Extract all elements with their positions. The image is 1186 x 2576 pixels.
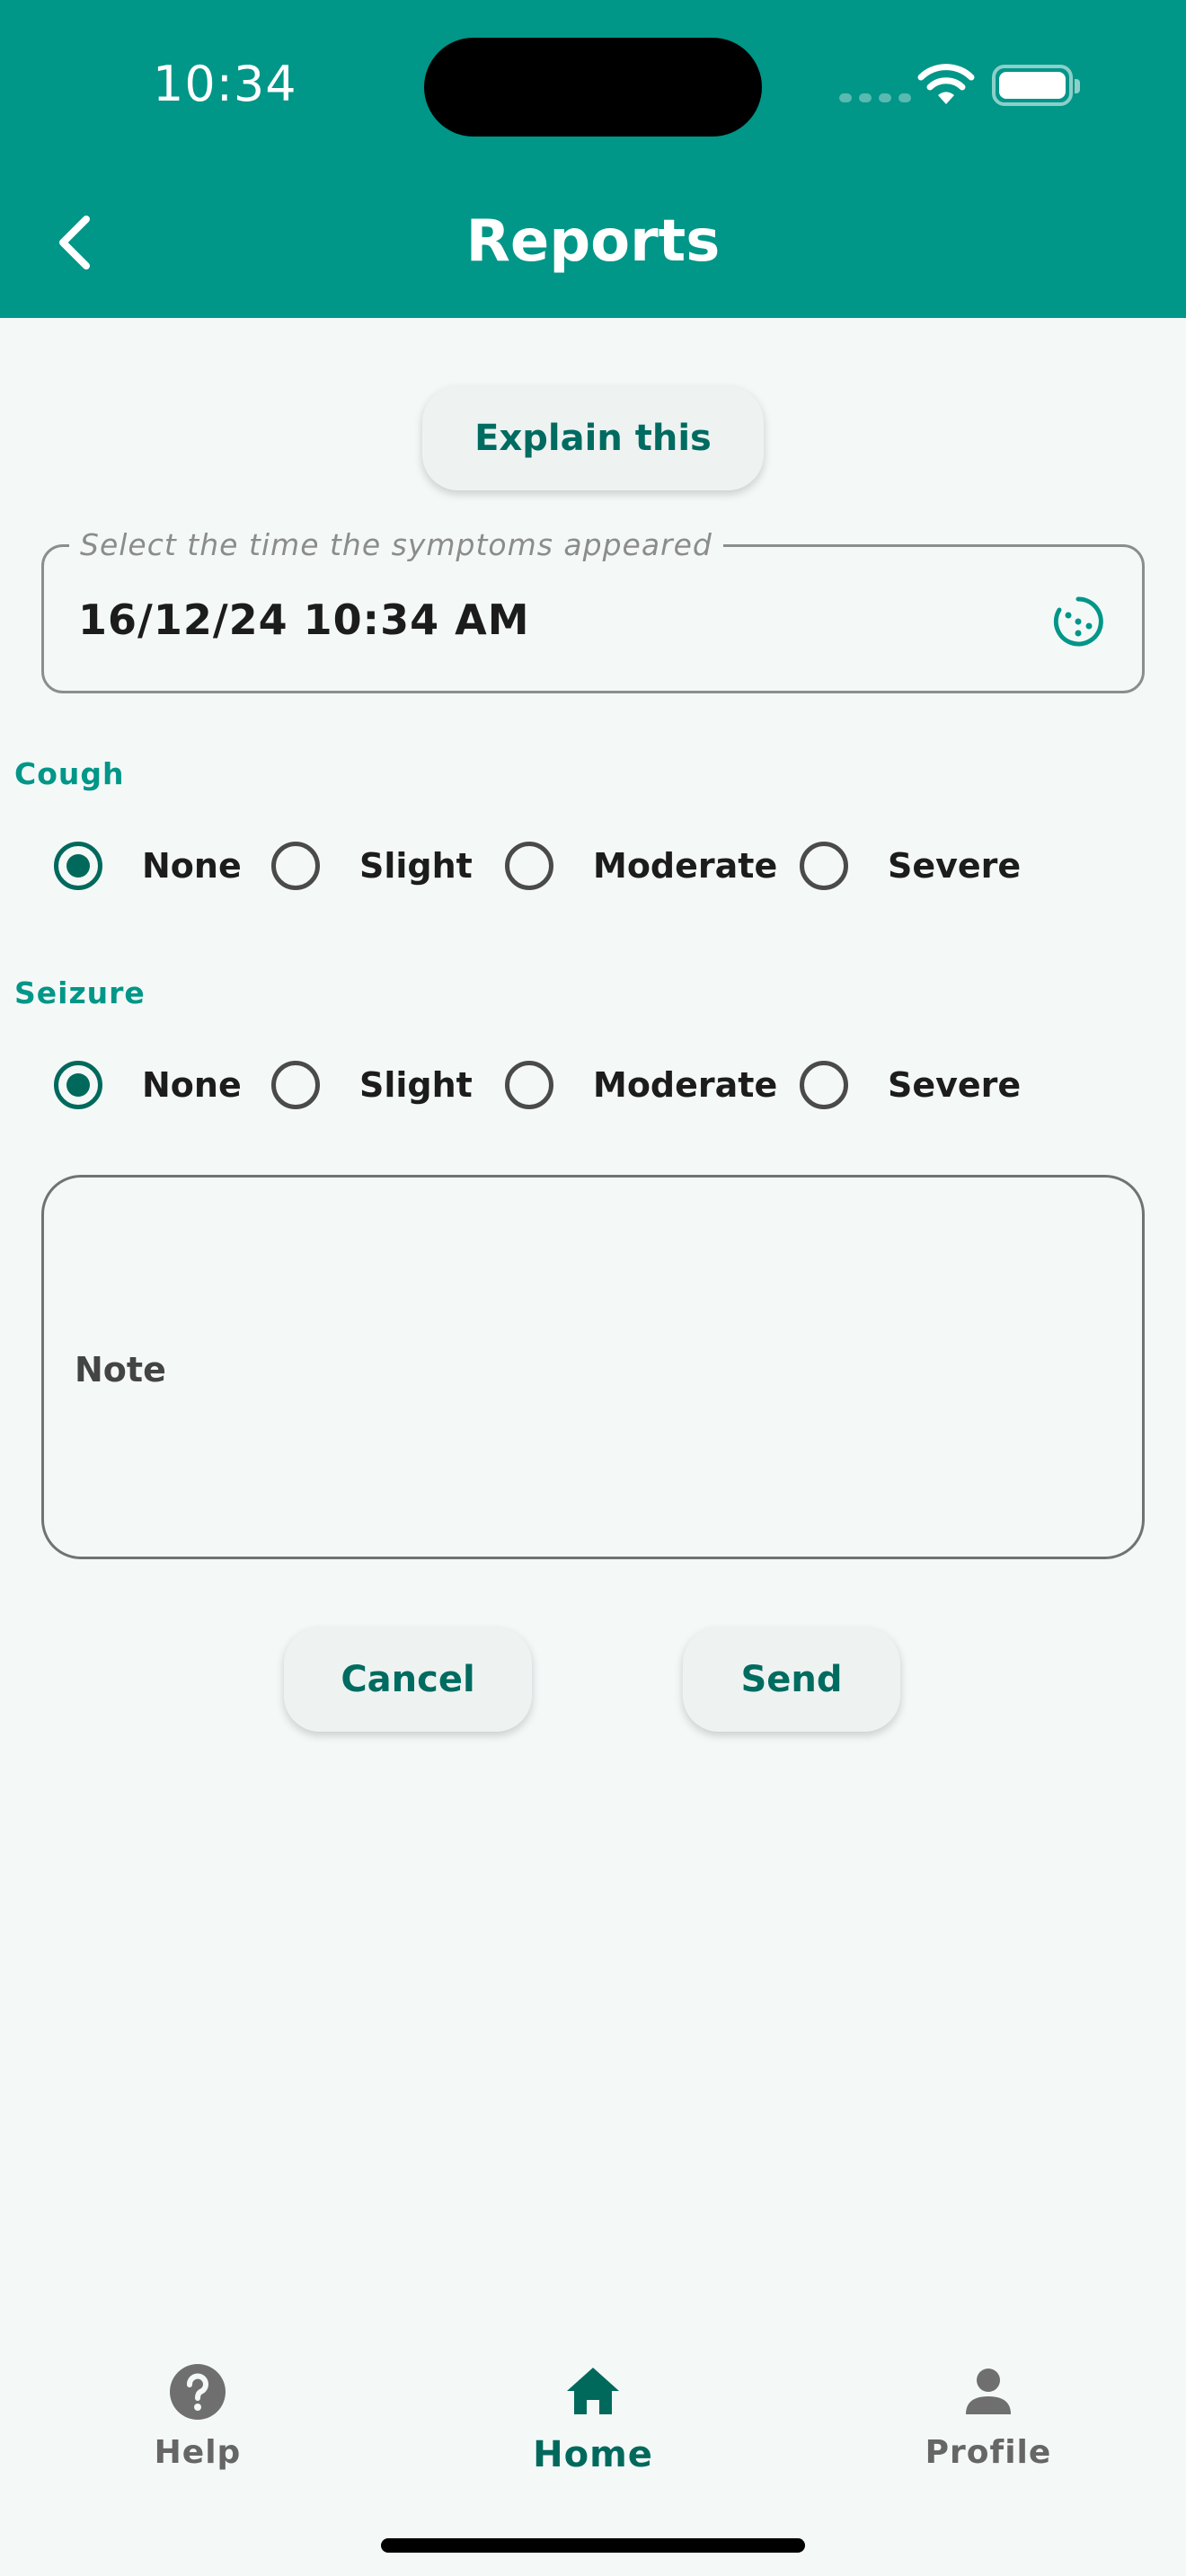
home-icon [567,2368,619,2414]
nav-item-profile[interactable]: Profile [890,2346,1087,2490]
radio-unselected-icon [505,842,553,890]
wifi-icon [917,64,975,104]
seizure-option-severe[interactable]: Severe [800,1049,1021,1121]
cancel-button[interactable]: Cancel [284,1628,532,1732]
seizure-option-label: Severe [888,1065,1022,1105]
seizure-option-none[interactable]: None [54,1049,242,1121]
seizure-option-moderate[interactable]: Moderate [505,1049,777,1121]
radio-unselected-icon [271,842,320,890]
cellular-signal-icon [839,93,911,102]
page-title: Reports [465,208,721,275]
status-time: 10:34 [153,56,297,112]
send-button[interactable]: Send [683,1628,900,1732]
cough-label: Cough [14,756,125,791]
nav-label-profile: Profile [925,2434,1052,2471]
cough-option-label: Slight [359,846,473,886]
seizure-option-label: None [142,1065,242,1105]
note-label: Note [75,1350,166,1389]
symptom-time-value: 16/12/24 10:34 AM [78,595,530,644]
seizure-option-slight[interactable]: Slight [271,1049,473,1121]
nav-label-help: Help [154,2434,242,2471]
symptom-time-field[interactable]: Select the time the symptoms appeared 16… [41,527,1145,693]
home-indicator [381,2538,805,2553]
seizure-radio-group: None Slight Moderate Severe [0,1049,1186,1121]
clock-icon[interactable] [1050,594,1106,649]
radio-unselected-icon [505,1061,553,1109]
symptom-time-legend: Select the time the symptoms appeared [69,527,723,562]
nav-item-home[interactable]: Home [494,2346,692,2490]
radio-unselected-icon [800,1061,848,1109]
cough-radio-group: None Slight Moderate Severe [0,830,1186,902]
cough-option-moderate[interactable]: Moderate [505,830,777,902]
cough-option-severe[interactable]: Severe [800,830,1021,902]
profile-icon [966,2369,1011,2414]
nav-label-home: Home [533,2434,653,2475]
radio-selected-icon [54,842,102,890]
cough-option-label: Severe [888,846,1022,886]
app-header: 10:34 Reports [0,0,1186,318]
seizure-option-label: Slight [359,1065,473,1105]
seizure-label: Seizure [14,975,146,1010]
radio-unselected-icon [800,842,848,890]
seizure-option-label: Moderate [593,1065,778,1105]
nav-item-help[interactable]: Help [99,2346,296,2490]
radio-selected-icon [54,1061,102,1109]
note-field[interactable]: Note [41,1175,1145,1559]
explain-button[interactable]: Explain this [422,386,764,490]
cough-option-none[interactable]: None [54,830,242,902]
cough-option-label: None [142,846,242,886]
help-icon [170,2364,226,2420]
cough-option-slight[interactable]: Slight [271,830,473,902]
cough-option-label: Moderate [593,846,778,886]
battery-icon [992,65,1080,106]
dynamic-island [424,38,762,137]
radio-unselected-icon [271,1061,320,1109]
